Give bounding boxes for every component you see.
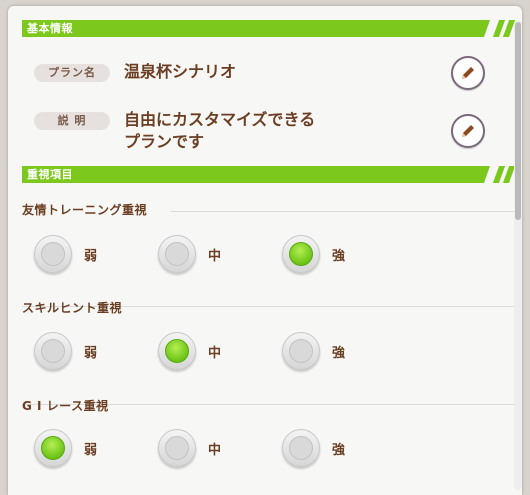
description-label: 説 明 [34, 112, 110, 130]
option-g1-race-medium[interactable]: 中 [158, 429, 268, 469]
edit-plan-name-button[interactable] [451, 56, 485, 90]
option-label: 強 [332, 443, 346, 458]
section-title: 基本情報 [27, 22, 73, 35]
section-header-priority: 重視項目 [22, 166, 518, 183]
option-skill-hint-medium[interactable]: 中 [158, 332, 268, 372]
pencil-icon [462, 125, 474, 137]
edit-description-button[interactable] [451, 114, 485, 148]
option-skill-hint-strong[interactable]: 強 [282, 332, 392, 372]
option-label: 中 [208, 346, 222, 361]
plan-name-row: プラン名 温泉杯シナリオ [34, 61, 504, 91]
group-title-g1-race: G I レース重視 [22, 399, 109, 413]
option-friendship-medium[interactable]: 中 [158, 235, 268, 275]
option-friendship-weak[interactable]: 弱 [34, 235, 144, 275]
option-skill-hint-weak[interactable]: 弱 [34, 332, 144, 372]
pencil-icon [462, 67, 474, 79]
option-label: 弱 [84, 249, 98, 264]
plan-name-label: プラン名 [34, 64, 110, 82]
scrollbar-thumb[interactable] [515, 22, 521, 220]
option-label: 中 [208, 443, 222, 458]
plan-settings-panel: 基本情報 プラン名 温泉杯シナリオ 説 明 自由にカスタマイズできる プランです… [8, 6, 522, 495]
option-g1-race-weak[interactable]: 弱 [34, 429, 144, 469]
option-friendship-strong[interactable]: 強 [282, 235, 392, 275]
description-row: 説 明 自由にカスタマイズできる プランです [34, 109, 504, 159]
option-label: 弱 [84, 346, 98, 361]
option-label: 強 [332, 346, 346, 361]
group-title-friendship-training: 友情トレーニング重視 [22, 203, 148, 217]
divider [170, 211, 518, 212]
description-value: 自由にカスタマイズできる プランです [124, 110, 316, 151]
option-label: 中 [208, 249, 222, 264]
option-label: 強 [332, 249, 346, 264]
option-g1-race-strong[interactable]: 強 [282, 429, 392, 469]
plan-name-value: 温泉杯シナリオ [124, 62, 237, 81]
section-title: 重視項目 [27, 168, 73, 181]
section-header-basic-info: 基本情報 [22, 20, 518, 37]
group-title-skill-hint: スキルヒント重視 [22, 301, 123, 315]
option-label: 弱 [84, 443, 98, 458]
